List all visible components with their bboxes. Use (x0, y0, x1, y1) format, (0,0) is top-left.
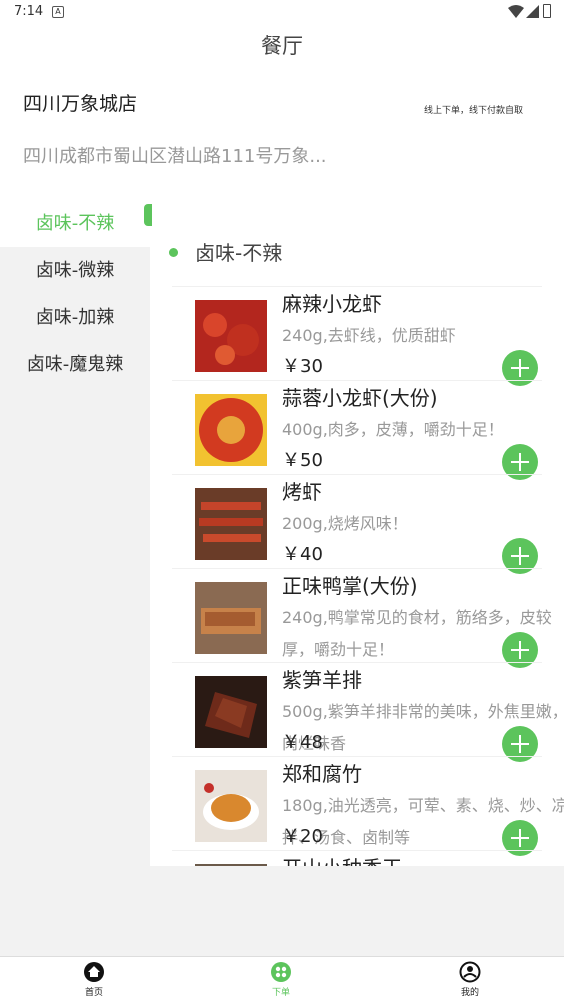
divider (172, 850, 542, 851)
category-active-indicator (144, 204, 152, 226)
dish-name: 麻辣小龙虾 (282, 292, 382, 316)
tab-home[interactable]: 首页 (64, 961, 124, 998)
dish-image (195, 770, 267, 842)
dish-name: 紫笋羊排 (282, 668, 362, 692)
menu-item[interactable]: 烤虾 200g,烧烤风味！ ￥40 (172, 474, 564, 574)
divider (172, 568, 542, 569)
dish-image (195, 300, 267, 372)
dish-name: 开山小种香干 (282, 852, 402, 866)
tab-label: 下单 (271, 988, 290, 998)
menu-item[interactable]: 麻辣小龙虾 240g,去虾线，优质甜虾 ￥30 (172, 286, 564, 386)
dish-desc: 400g,肉多，皮薄，嚼劲十足！ (282, 420, 504, 439)
tab-order[interactable]: 下单 (251, 961, 311, 998)
home-icon (84, 962, 104, 982)
menu-item[interactable]: 蒜蓉小龙虾(大份) 400g,肉多，皮薄，嚼劲十足！ ￥50 (172, 380, 564, 480)
divider (172, 756, 542, 757)
category-item-1[interactable]: 卤味-微辣 (0, 247, 150, 294)
dish-price: ￥30 (282, 356, 323, 377)
dish-image (195, 488, 267, 560)
wifi-icon (508, 5, 524, 18)
dish-name: 正味鸭掌(大份) (282, 574, 418, 598)
dish-name: 郑和腐竹 (282, 762, 362, 786)
signal-icon (526, 5, 539, 18)
menu-item[interactable]: 紫笋羊排 500g,紫笋羊排非常的美味，外焦里嫩，肉烂味香 ￥48 (172, 662, 564, 762)
category-item-0[interactable]: 卤味-不辣 (0, 200, 150, 247)
menu-item[interactable]: 开山小种香干 (172, 850, 564, 866)
tab-label: 我的 (460, 988, 479, 998)
divider (172, 286, 542, 287)
tab-label: 首页 (84, 988, 103, 998)
dish-price: ￥50 (282, 450, 323, 471)
profile-icon (459, 961, 481, 983)
menu-item[interactable]: 正味鸭掌(大份) 240g,鸭掌常见的食材，筋络多，皮较厚，嚼劲十足！ (172, 568, 564, 668)
bottom-tab-bar: 首页 下单 我的 (0, 956, 564, 1005)
dish-image (195, 676, 267, 748)
divider (172, 474, 542, 475)
store-address: 四川成都市蜀山区潜山路111号万象... (23, 146, 327, 167)
category-sidebar: 卤味-不辣 卤味-微辣 卤味-加辣 卤味-魔鬼辣 (0, 200, 150, 388)
dish-name: 蒜蓉小龙虾(大份) (282, 386, 438, 410)
dish-desc: 240g,去虾线，优质甜虾 (282, 326, 456, 345)
page-title: 餐厅 (261, 34, 303, 58)
category-item-3[interactable]: 卤味-魔鬼辣 (0, 341, 150, 388)
section-dot-icon (169, 248, 178, 257)
dish-name: 烤虾 (282, 480, 322, 504)
dish-price: ￥48 (282, 732, 323, 753)
section-title: 卤味-不辣 (195, 241, 283, 265)
dish-price: ￥20 (282, 826, 323, 847)
menu-list[interactable]: 卤味-不辣 麻辣小龙虾 240g,去虾线，优质甜虾 ￥30 蒜蓉小龙虾(大份) … (150, 238, 564, 866)
notification-icon: A (52, 6, 64, 18)
content-top-strip (150, 200, 564, 238)
status-bar: 7:14 A (0, 0, 564, 24)
divider (172, 380, 542, 381)
section-header: 卤味-不辣 (169, 238, 283, 268)
dish-image (195, 394, 267, 466)
dish-desc: 200g,烧烤风味！ (282, 514, 408, 533)
dish-price: ￥40 (282, 544, 323, 565)
dish-image (195, 582, 267, 654)
divider (172, 662, 542, 663)
menu-item[interactable]: 郑和腐竹 180g,油光透亮，可荤、素、烧、炒、凉拌、汤食、卤制等 ￥20 (172, 756, 564, 856)
store-note: 线上下单，线下付款自取 (424, 106, 524, 116)
store-name: 四川万象城店 (23, 93, 138, 115)
tab-profile[interactable]: 我的 (440, 961, 500, 998)
battery-icon (543, 4, 551, 18)
order-icon (271, 962, 291, 982)
status-time: 7:14 (14, 4, 44, 19)
category-item-2[interactable]: 卤味-加辣 (0, 294, 150, 341)
dish-image (195, 864, 267, 866)
